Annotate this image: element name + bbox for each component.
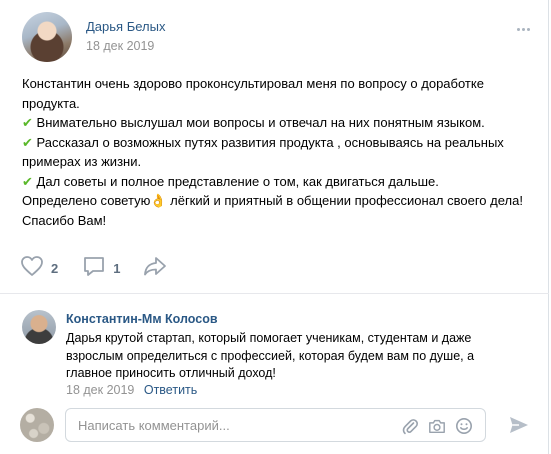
paperclip-icon[interactable] [401, 417, 419, 435]
camera-icon[interactable] [428, 417, 446, 435]
comment-composer[interactable] [65, 408, 486, 442]
current-user-avatar[interactable] [20, 408, 54, 442]
checkmark-icon: ✔ [22, 115, 33, 130]
share-button[interactable] [142, 255, 168, 282]
comment-text: Дарья крутой стартап, который помогает у… [66, 330, 526, 383]
checkmark-icon: ✔ [22, 134, 33, 150]
author-name[interactable]: Дарья Белых [86, 19, 165, 34]
post-line: Спасибо Вам! [22, 212, 107, 228]
like-button[interactable]: 2 [20, 255, 58, 282]
like-count: 2 [51, 260, 59, 276]
comment-meta: 18 дек 2019 Ответить [66, 383, 197, 397]
reply-link[interactable]: Ответить [144, 383, 197, 397]
composer-icons [401, 417, 473, 435]
post-text: Константин очень здорово проконсультиров… [22, 74, 537, 230]
comment-date[interactable]: 18 дек 2019 [66, 383, 134, 397]
post-card: Дарья Белых 18 дек 2019 Константин очень… [0, 0, 549, 454]
post-date[interactable]: 18 дек 2019 [86, 39, 154, 53]
divider [0, 293, 549, 294]
emoji-icon[interactable] [455, 417, 473, 435]
post-line: Константин очень здорово проконсультиров… [22, 76, 484, 91]
comment-line: Дарья крутой стартап, который помогает у… [66, 331, 472, 345]
checkmark-icon: ✔ [22, 173, 33, 189]
comment-icon [82, 255, 106, 282]
post-line: Определено советую👌 лёгкий и приятный в … [22, 193, 523, 208]
post-line: продукта. [22, 95, 80, 111]
post-actions: 2 1 [20, 255, 186, 282]
comment-input[interactable] [78, 409, 378, 441]
author-avatar[interactable] [22, 12, 72, 62]
post-line: ✔ Дал советы и полное представление о то… [22, 173, 439, 189]
heart-icon [20, 255, 44, 282]
send-icon[interactable] [508, 415, 530, 435]
comment-count: 1 [113, 260, 121, 276]
post-line: примерах из жизни. [22, 154, 142, 169]
comment-line: главное приносить отличный доход! [66, 366, 276, 380]
post-line: ✔ Внимательно выслушал мои вопросы и отв… [22, 115, 485, 130]
comment-author-avatar[interactable] [22, 310, 56, 344]
comment-button[interactable]: 1 [82, 255, 120, 282]
comment-line: взрослым определиться с профессией, кото… [66, 348, 475, 363]
comment-author-name[interactable]: Константин-Мм Колосов [66, 312, 218, 326]
share-icon [142, 255, 168, 282]
post-line: ✔ Рассказал о возможных путях развития п… [22, 134, 504, 150]
more-icon[interactable] [514, 20, 532, 38]
